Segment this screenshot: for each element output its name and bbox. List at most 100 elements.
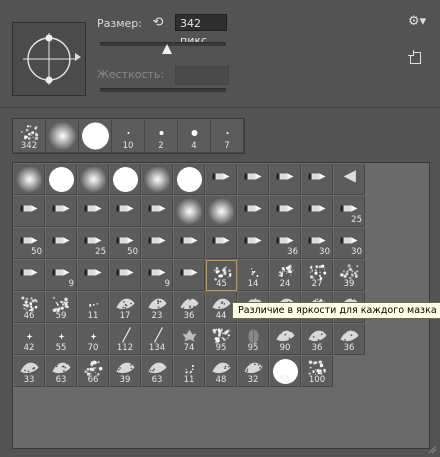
brush-preset[interactable]: 134 bbox=[142, 324, 173, 355]
brush-preset[interactable]: 50 bbox=[110, 228, 141, 259]
brush-size-label: 100 bbox=[308, 375, 326, 385]
brush-preset[interactable]: 30 bbox=[302, 228, 333, 259]
brush-preset[interactable]: 50 bbox=[14, 228, 45, 259]
brush-preset[interactable] bbox=[302, 196, 333, 227]
brush-preset[interactable]: 46 bbox=[14, 292, 45, 323]
brush-preset[interactable]: 63 bbox=[46, 356, 77, 387]
brush-preset[interactable]: 27 bbox=[302, 260, 333, 291]
preview-expand-arrow-icon[interactable] bbox=[75, 53, 81, 61]
brush-preset[interactable] bbox=[46, 164, 77, 195]
brush-preset[interactable]: 25 bbox=[78, 228, 109, 259]
size-slider-thumb[interactable] bbox=[162, 44, 172, 54]
brush-preset[interactable] bbox=[334, 164, 365, 195]
brush-preset[interactable] bbox=[302, 164, 333, 195]
reset-icon[interactable]: ⟲ bbox=[150, 15, 166, 31]
brush-preset[interactable] bbox=[46, 119, 79, 153]
brush-preset[interactable]: 36 bbox=[270, 228, 301, 259]
tip-brush-icon bbox=[84, 205, 102, 212]
brush-preset[interactable]: 25 bbox=[334, 196, 365, 227]
hardness-input[interactable] bbox=[175, 66, 229, 85]
brush-preset[interactable]: 23 bbox=[142, 292, 173, 323]
brush-preset[interactable] bbox=[174, 228, 205, 259]
brush-preset[interactable] bbox=[142, 164, 173, 195]
soft-brush-icon bbox=[144, 166, 171, 193]
brush-preset[interactable] bbox=[110, 260, 141, 291]
brush-preset[interactable] bbox=[238, 196, 269, 227]
brush-preset[interactable] bbox=[110, 196, 141, 227]
brush-preset[interactable]: 36 bbox=[302, 324, 333, 355]
brush-preset[interactable]: 39 bbox=[334, 260, 365, 291]
brush-size-label: 74 bbox=[183, 343, 195, 353]
brush-preset[interactable] bbox=[14, 260, 45, 291]
brush-preset[interactable]: 55 bbox=[270, 356, 301, 387]
brush-preset[interactable]: 100 bbox=[302, 356, 333, 387]
brush-preset[interactable]: 59 bbox=[46, 292, 77, 323]
brush-preset[interactable]: 95 bbox=[206, 324, 237, 355]
brush-preset[interactable] bbox=[206, 196, 237, 227]
brush-preset[interactable]: 33 bbox=[14, 356, 45, 387]
brush-preset[interactable]: 66 bbox=[78, 356, 109, 387]
brush-preset[interactable]: 17 bbox=[110, 292, 141, 323]
brush-preset[interactable]: 10 bbox=[112, 119, 145, 153]
brush-preset[interactable]: 342 bbox=[13, 119, 46, 153]
brush-preset[interactable]: 30 bbox=[334, 228, 365, 259]
brush-preset[interactable] bbox=[14, 164, 45, 195]
brush-preset[interactable]: 32 bbox=[238, 356, 269, 387]
brush-preset[interactable]: 11 bbox=[78, 292, 109, 323]
brush-preset[interactable]: 95 bbox=[238, 324, 269, 355]
brush-size-label: 55 bbox=[55, 343, 67, 353]
brush-preset[interactable] bbox=[270, 196, 301, 227]
brush-preset[interactable] bbox=[79, 119, 112, 153]
brush-preset[interactable]: 112 bbox=[110, 324, 141, 355]
tip-brush-icon bbox=[244, 205, 262, 212]
brush-preset[interactable] bbox=[14, 196, 45, 227]
brush-size-label: 45 bbox=[216, 279, 227, 289]
new-preset-icon[interactable] bbox=[408, 50, 421, 64]
tooltip: Различие в яркости для каждого мазка bbox=[232, 302, 440, 319]
brush-preset[interactable]: 74 bbox=[174, 324, 205, 355]
brush-preset[interactable]: 70 bbox=[78, 324, 109, 355]
brush-preset[interactable]: 36 bbox=[174, 292, 205, 323]
brush-preset[interactable]: 36 bbox=[334, 324, 365, 355]
brush-preset[interactable] bbox=[78, 260, 109, 291]
brush-preset[interactable] bbox=[46, 228, 77, 259]
hardness-slider-track[interactable] bbox=[100, 88, 226, 92]
resize-grip-icon[interactable] bbox=[427, 444, 437, 454]
brush-preset[interactable]: 24 bbox=[270, 260, 301, 291]
brush-preset[interactable]: 4 bbox=[178, 119, 211, 153]
brush-preset[interactable] bbox=[174, 164, 205, 195]
brush-preset[interactable] bbox=[46, 196, 77, 227]
brush-preset[interactable]: 11 bbox=[174, 356, 205, 387]
recent-brushes: 342 10 2 4 7 bbox=[12, 118, 245, 154]
brush-preset[interactable] bbox=[142, 196, 173, 227]
brush-preset[interactable]: 14 bbox=[238, 260, 269, 291]
brush-preset[interactable]: 55 bbox=[46, 324, 77, 355]
brush-preset[interactable] bbox=[78, 164, 109, 195]
tip-brush-icon bbox=[308, 205, 326, 212]
brush-preset[interactable] bbox=[206, 228, 237, 259]
brush-preset[interactable] bbox=[174, 196, 205, 227]
brush-preset[interactable]: 45 bbox=[206, 260, 237, 291]
brush-preset[interactable]: 48 bbox=[206, 356, 237, 387]
brush-preset[interactable] bbox=[238, 228, 269, 259]
size-input[interactable]: 342 пикс. bbox=[175, 14, 227, 47]
brush-preset[interactable]: 63 bbox=[142, 356, 173, 387]
brush-size-label: 112 bbox=[116, 343, 134, 353]
brush-preset[interactable]: 2 bbox=[145, 119, 178, 153]
brush-preset[interactable]: 39 bbox=[110, 356, 141, 387]
brush-preset[interactable]: 90 bbox=[270, 324, 301, 355]
brush-preset[interactable]: 9 bbox=[142, 260, 173, 291]
brush-preset[interactable] bbox=[142, 228, 173, 259]
brush-preset[interactable]: 7 bbox=[211, 119, 244, 153]
tip-brush-icon bbox=[148, 205, 166, 212]
brush-preset[interactable] bbox=[270, 164, 301, 195]
brush-preset[interactable] bbox=[238, 164, 269, 195]
brush-preset[interactable]: 9 bbox=[46, 260, 77, 291]
brush-preset[interactable]: 42 bbox=[14, 324, 45, 355]
brush-preset[interactable] bbox=[174, 260, 205, 291]
hard-brush-icon bbox=[82, 122, 109, 150]
brush-preset[interactable] bbox=[110, 164, 141, 195]
brush-preset[interactable] bbox=[206, 164, 237, 195]
gear-icon[interactable]: ⚙▾ bbox=[408, 14, 426, 29]
brush-preset[interactable] bbox=[78, 196, 109, 227]
